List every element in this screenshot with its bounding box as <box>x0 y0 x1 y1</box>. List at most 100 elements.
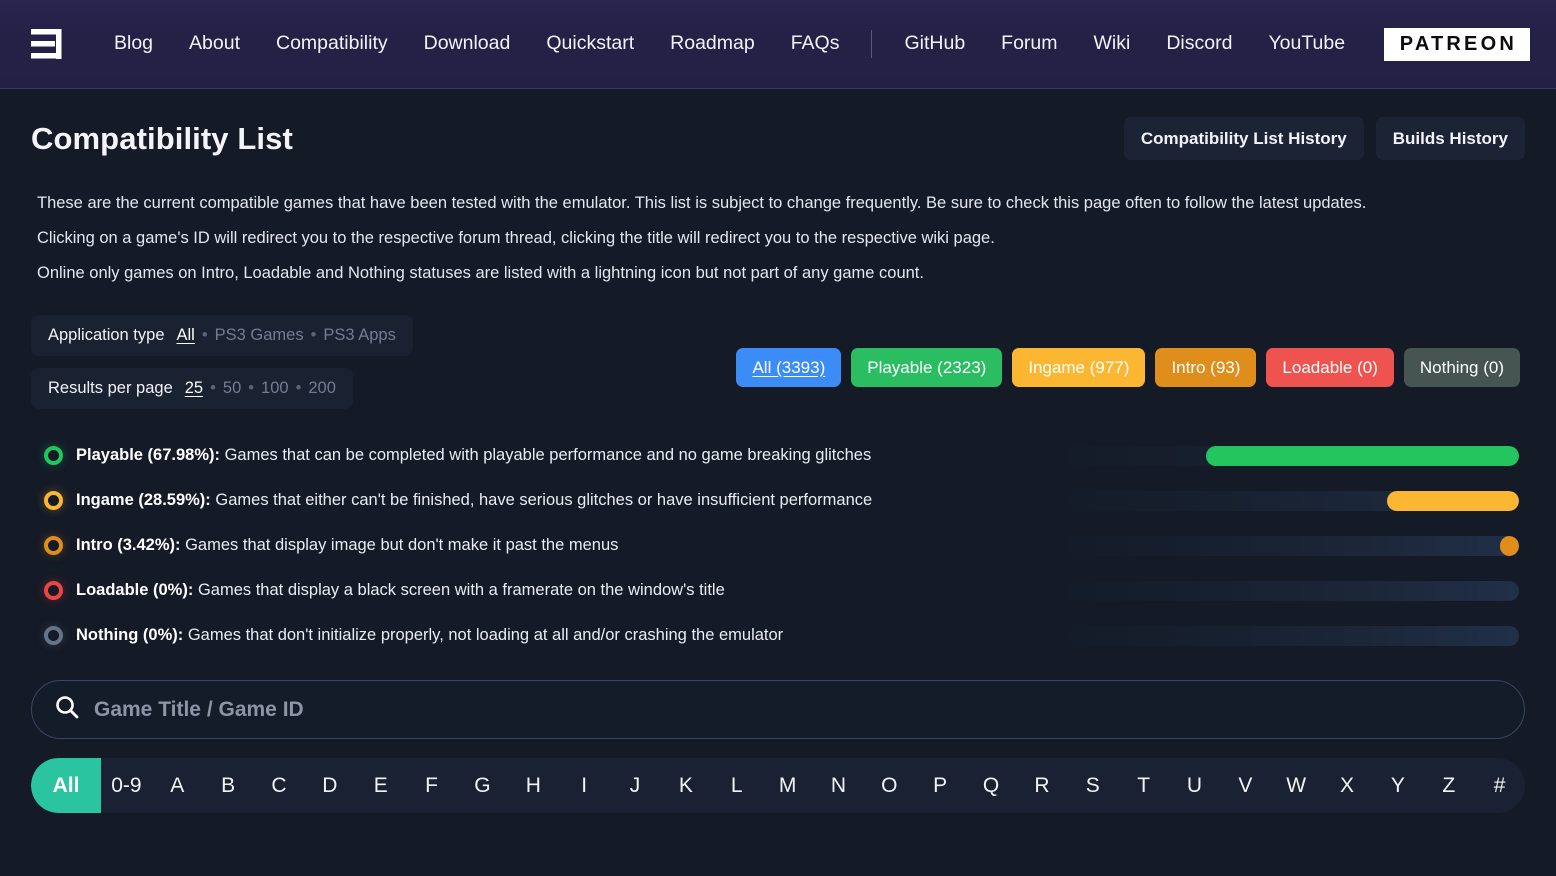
legend-label: Nothing (0%): <box>76 626 183 644</box>
progress-fill-playable <box>1206 446 1519 466</box>
status-ring-nothing-icon <box>44 626 63 645</box>
separator-dot: • <box>248 379 254 398</box>
alphabet-item-m[interactable]: M <box>762 758 813 813</box>
builds-history-button[interactable]: Builds History <box>1376 117 1525 160</box>
page-header: Compatibility List Compatibility List Hi… <box>31 89 1525 160</box>
nav-link-faqs[interactable]: FAQs <box>773 28 858 60</box>
rpcs3-logo[interactable] <box>28 27 70 61</box>
status-filter-pills: All (3393) Playable (2323) Ingame (977) Int… <box>736 348 1520 387</box>
legend-row-playable: Playable (67.98%): Games that can be com… <box>31 433 1525 478</box>
application-type-option-all[interactable]: All <box>177 326 195 345</box>
search-bar[interactable] <box>31 680 1525 739</box>
progress-track-ingame <box>1058 491 1519 511</box>
alphabet-item-r[interactable]: R <box>1016 758 1067 813</box>
progress-track-intro <box>1058 536 1519 556</box>
results-per-page-label: Results per page <box>48 379 173 398</box>
alphabet-item-o[interactable]: O <box>864 758 915 813</box>
legend-label: Loadable (0%): <box>76 581 193 599</box>
alphabet-item-q[interactable]: Q <box>966 758 1017 813</box>
legend-text: Ingame (28.59%): Games that either can't… <box>76 491 872 510</box>
separator-dot: • <box>202 326 208 345</box>
alphabet-item-z[interactable]: Z <box>1423 758 1474 813</box>
nav-divider <box>871 30 872 58</box>
legend-row-nothing: Nothing (0%): Games that don't initializ… <box>31 613 1525 658</box>
alphabet-item-t[interactable]: T <box>1118 758 1169 813</box>
alphabet-item-y[interactable]: Y <box>1372 758 1423 813</box>
legend-label: Intro (3.42%): <box>76 536 181 554</box>
legend-text: Nothing (0%): Games that don't initializ… <box>76 626 783 645</box>
page-content: Compatibility List Compatibility List Hi… <box>0 89 1556 813</box>
status-pill-playable[interactable]: Playable (2323) <box>851 348 1002 387</box>
search-input[interactable] <box>94 698 1502 722</box>
filters-area: Application type All • PS3 Games • PS3 A… <box>31 315 1525 417</box>
nav-link-download[interactable]: Download <box>406 28 529 60</box>
status-ring-ingame-icon <box>44 491 63 510</box>
alphabet-item-g[interactable]: G <box>457 758 508 813</box>
alphabet-item-v[interactable]: V <box>1220 758 1271 813</box>
nav-link-discord[interactable]: Discord <box>1148 28 1250 60</box>
alphabet-filter: All0-9ABCDEFGHIJKLMNOPQRSTUVWXYZ# <box>31 758 1525 813</box>
alphabet-item-j[interactable]: J <box>610 758 661 813</box>
progress-track-nothing <box>1058 626 1519 646</box>
alphabet-item-u[interactable]: U <box>1169 758 1220 813</box>
alphabet-item-w[interactable]: W <box>1271 758 1322 813</box>
results-per-page-option-100[interactable]: 100 <box>261 379 289 398</box>
top-navbar: Blog About Compatibility Download Quicks… <box>0 0 1556 89</box>
nav-link-blog[interactable]: Blog <box>96 28 171 60</box>
legend-description: Games that can be completed with playabl… <box>220 446 871 464</box>
separator-dot: • <box>296 379 302 398</box>
nav-link-github[interactable]: GitHub <box>886 28 983 60</box>
alphabet-item-c[interactable]: C <box>254 758 305 813</box>
alphabet-item-x[interactable]: X <box>1322 758 1373 813</box>
application-type-option-ps3-apps[interactable]: PS3 Apps <box>323 326 395 345</box>
results-per-page-option-200[interactable]: 200 <box>308 379 336 398</box>
application-type-filter: Application type All • PS3 Games • PS3 A… <box>31 315 413 356</box>
legend-description: Games that display a black screen with a… <box>193 581 724 599</box>
legend-description: Games that don't initialize properly, no… <box>183 626 783 644</box>
nav-link-youtube[interactable]: YouTube <box>1250 28 1363 60</box>
alphabet-item-d[interactable]: D <box>304 758 355 813</box>
compatibility-list-history-button[interactable]: Compatibility List History <box>1124 117 1364 160</box>
alphabet-item-all[interactable]: All <box>31 758 101 813</box>
nav-link-roadmap[interactable]: Roadmap <box>652 28 773 60</box>
results-per-page-option-25[interactable]: 25 <box>185 379 203 398</box>
alphabet-item-k[interactable]: K <box>660 758 711 813</box>
alphabet-item-s[interactable]: S <box>1067 758 1118 813</box>
patreon-link[interactable]: PATREON <box>1384 28 1530 61</box>
alphabet-item-f[interactable]: F <box>406 758 457 813</box>
progress-track-playable <box>1058 446 1519 466</box>
results-per-page-filter: Results per page 25 • 50 • 100 • 200 <box>31 368 353 409</box>
alphabet-item-e[interactable]: E <box>355 758 406 813</box>
search-icon <box>54 694 80 725</box>
alphabet-item-hash[interactable]: # <box>1474 758 1525 813</box>
nav-link-wiki[interactable]: Wiki <box>1076 28 1149 60</box>
status-pill-all[interactable]: All (3393) <box>736 348 841 387</box>
alphabet-item-p[interactable]: P <box>915 758 966 813</box>
legend-text: Loadable (0%): Games that display a blac… <box>76 581 725 600</box>
status-pill-nothing[interactable]: Nothing (0) <box>1404 348 1520 387</box>
alphabet-item-l[interactable]: L <box>711 758 762 813</box>
history-buttons: Compatibility List History Builds Histor… <box>1124 117 1525 160</box>
legend-description: Games that either can't be finished, hav… <box>211 491 872 509</box>
alphabet-item-a[interactable]: A <box>152 758 203 813</box>
nav-link-compatibility[interactable]: Compatibility <box>258 28 406 60</box>
alphabet-item-n[interactable]: N <box>813 758 864 813</box>
nav-links: Blog About Compatibility Download Quicks… <box>96 28 1384 60</box>
alphabet-item-b[interactable]: B <box>203 758 254 813</box>
nav-link-about[interactable]: About <box>171 28 258 60</box>
legend-row-intro: Intro (3.42%): Games that display image … <box>31 523 1525 568</box>
status-pill-loadable[interactable]: Loadable (0) <box>1266 348 1393 387</box>
legend-description: Games that display image but don't make … <box>181 536 619 554</box>
status-ring-playable-icon <box>44 446 63 465</box>
alphabet-item-h[interactable]: H <box>508 758 559 813</box>
page-title: Compatibility List <box>31 121 293 157</box>
alphabet-item-0-9[interactable]: 0-9 <box>101 758 152 813</box>
nav-link-forum[interactable]: Forum <box>983 28 1075 60</box>
results-per-page-option-50[interactable]: 50 <box>223 379 241 398</box>
status-pill-ingame[interactable]: Ingame (977) <box>1012 348 1145 387</box>
nav-link-quickstart[interactable]: Quickstart <box>528 28 652 60</box>
description-line-3: Online only games on Intro, Loadable and… <box>37 256 1525 291</box>
application-type-option-ps3-games[interactable]: PS3 Games <box>215 326 304 345</box>
status-pill-intro[interactable]: Intro (93) <box>1155 348 1256 387</box>
alphabet-item-i[interactable]: I <box>559 758 610 813</box>
